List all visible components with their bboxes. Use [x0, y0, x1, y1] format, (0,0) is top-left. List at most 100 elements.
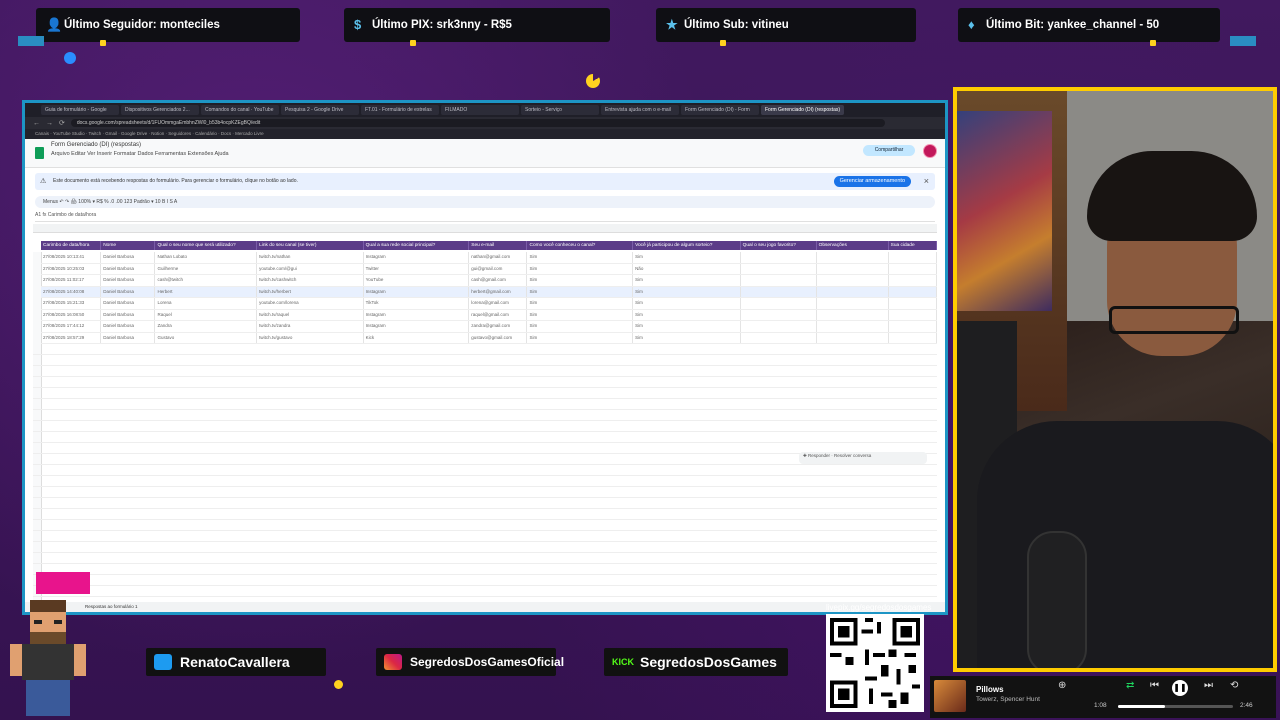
- previous-icon[interactable]: ⏮: [1150, 680, 1159, 691]
- table-cell[interactable]: 27/08/2025 10:13:41: [41, 252, 102, 263]
- table-cell[interactable]: Guilherme: [155, 263, 258, 274]
- table-cell[interactable]: [741, 263, 817, 274]
- table-cell[interactable]: Sim: [633, 286, 741, 297]
- table-cell[interactable]: gui@gmail.com: [469, 263, 528, 274]
- pause-icon[interactable]: ❚❚: [1172, 680, 1188, 696]
- table-cell[interactable]: Sim: [527, 309, 634, 320]
- progress-bar[interactable]: [1118, 705, 1233, 708]
- table-cell[interactable]: Daniel Barbosa: [101, 263, 156, 274]
- table-cell[interactable]: [889, 298, 938, 309]
- table-cell[interactable]: [741, 298, 817, 309]
- table-cell[interactable]: Instagram: [364, 252, 470, 263]
- table-cell[interactable]: youtube.com/lorena: [257, 298, 364, 309]
- reload-icon[interactable]: ⟳: [59, 119, 65, 127]
- table-cell[interactable]: Lorena: [155, 298, 258, 309]
- table-cell[interactable]: Daniel Barbosa: [101, 286, 156, 297]
- column-header[interactable]: Você já participou de algum sorteio?: [633, 241, 741, 250]
- table-cell[interactable]: Sim: [633, 321, 741, 332]
- bookmarks-bar[interactable]: Canais · YouTube Studio · Twitch · Gmail…: [25, 129, 945, 139]
- add-icon[interactable]: ⊕: [1058, 680, 1066, 691]
- table-cell[interactable]: [817, 263, 889, 274]
- table-cell[interactable]: lorena@gmail.com: [469, 298, 528, 309]
- table-cell[interactable]: YouTube: [364, 275, 470, 286]
- table-cell[interactable]: twitch.tv/nathan: [257, 252, 364, 263]
- table-cell[interactable]: Sim: [527, 332, 634, 343]
- sheets-toolbar[interactable]: Menus ↶ ↷ 🖨 100% ▾ R$ % .0 .00 123 Padrã…: [35, 196, 935, 208]
- column-header[interactable]: Nome: [101, 241, 156, 250]
- table-cell[interactable]: Nathan Lobato: [155, 252, 258, 263]
- table-cell[interactable]: Sim: [527, 263, 634, 274]
- table-cell[interactable]: Sim: [633, 275, 741, 286]
- spreadsheet-grid[interactable]: Carimbo de data/hora Nome Qual o seu nom…: [33, 224, 938, 602]
- table-row[interactable]: 27/08/2025 17:44:12 Daniel Barbosa Zandra t…: [41, 321, 938, 333]
- table-cell[interactable]: [817, 298, 889, 309]
- table-cell[interactable]: [889, 252, 938, 263]
- table-cell[interactable]: nathan@gmail.com: [469, 252, 528, 263]
- table-row[interactable]: 27/08/2025 14:40:08 Daniel Barbosa Herbert…: [41, 286, 938, 298]
- formula-bar[interactable]: A1 fx Carimbo de data/hora: [35, 212, 935, 222]
- table-cell[interactable]: Daniel Barbosa: [101, 321, 156, 332]
- comment-box[interactable]: ✚ Responder · Resolver conversa: [799, 452, 927, 464]
- table-cell[interactable]: [817, 321, 889, 332]
- manage-storage-button[interactable]: Gerenciar armazenamento: [833, 176, 911, 187]
- browser-tab[interactable]: Form Gerenciado (DI) - Form: [681, 105, 759, 115]
- repeat-icon[interactable]: ⟲: [1230, 680, 1238, 691]
- browser-tab[interactable]: Guia de formulário - Google: [41, 105, 119, 115]
- table-cell[interactable]: [741, 275, 817, 286]
- table-row[interactable]: 27/08/2025 16:08:50 Daniel Barbosa Raquel t…: [41, 309, 938, 321]
- table-row[interactable]: 27/08/2025 10:25:03 Daniel Barbosa Guilher…: [41, 263, 938, 275]
- avatar[interactable]: [923, 144, 937, 158]
- forward-icon[interactable]: →: [46, 120, 53, 127]
- column-header[interactable]: Sua cidade: [889, 241, 938, 250]
- table-cell[interactable]: Raquel: [155, 309, 258, 320]
- table-cell[interactable]: Sim: [633, 309, 741, 320]
- table-cell[interactable]: [741, 252, 817, 263]
- table-cell[interactable]: Twitter: [364, 263, 470, 274]
- browser-tab[interactable]: Pesquisa 2 - Google Drive: [281, 105, 359, 115]
- column-header[interactable]: Qual a sua rede social principal?: [364, 241, 470, 250]
- column-header[interactable]: Qual o seu nome que será utilizado?: [155, 241, 258, 250]
- table-cell[interactable]: cash@twitch: [155, 275, 258, 286]
- browser-tab[interactable]: Dispositivos Gerenciados 2...: [121, 105, 199, 115]
- table-cell[interactable]: [741, 332, 817, 343]
- table-cell[interactable]: gustavo@gmail.com: [469, 332, 528, 343]
- table-cell[interactable]: raquel@gmail.com: [469, 309, 528, 320]
- table-cell[interactable]: cash@gmail.com: [469, 275, 528, 286]
- table-cell[interactable]: 27/08/2025 17:44:12: [41, 321, 102, 332]
- table-cell[interactable]: 27/08/2025 18:57:29: [41, 332, 102, 343]
- sheets-logo-icon[interactable]: [35, 147, 44, 159]
- table-row[interactable]: 27/08/2025 10:13:41 Daniel Barbosa Nathan …: [41, 252, 938, 264]
- table-cell[interactable]: twitch.tv/herbert: [257, 286, 364, 297]
- table-cell[interactable]: Sim: [527, 298, 634, 309]
- table-cell[interactable]: Sim: [527, 275, 634, 286]
- table-cell[interactable]: Daniel Barbosa: [101, 275, 156, 286]
- table-cell[interactable]: Daniel Barbosa: [101, 309, 156, 320]
- table-cell[interactable]: [889, 275, 938, 286]
- table-cell[interactable]: [889, 321, 938, 332]
- browser-tab[interactable]: FILMADO: [441, 105, 519, 115]
- instagram-handle-bar[interactable]: SegredosDosGamesOficial: [376, 648, 564, 676]
- table-cell[interactable]: [889, 286, 938, 297]
- table-row[interactable]: 27/08/2025 11:02:17 Daniel Barbosa cash@tw…: [41, 275, 938, 287]
- table-cell[interactable]: twitch.tv/gustavo: [257, 332, 364, 343]
- table-cell[interactable]: Sim: [527, 321, 634, 332]
- column-headers[interactable]: [33, 224, 937, 233]
- table-cell[interactable]: Sim: [633, 252, 741, 263]
- table-cell[interactable]: TikTok: [364, 298, 470, 309]
- table-cell[interactable]: twitch.tv/cashwitch: [257, 275, 364, 286]
- table-cell[interactable]: Daniel Barbosa: [101, 332, 156, 343]
- column-header[interactable]: Observações: [817, 241, 889, 250]
- table-cell[interactable]: [817, 252, 889, 263]
- table-cell[interactable]: Não: [633, 263, 741, 274]
- table-cell[interactable]: [741, 309, 817, 320]
- sheet-tab[interactable]: Respostas ao formulário 1: [85, 604, 138, 609]
- table-cell[interactable]: zandra@gmail.com: [469, 321, 528, 332]
- document-title[interactable]: Form Gerenciado (DI) (respostas): [51, 142, 141, 148]
- table-cell[interactable]: [817, 286, 889, 297]
- browser-tab-active[interactable]: Form Gerenciado (DI) (respostas): [761, 105, 845, 115]
- table-row[interactable]: 27/08/2025 18:57:29 Daniel Barbosa Gustavo…: [41, 332, 938, 344]
- table-cell[interactable]: [889, 309, 938, 320]
- table-cell[interactable]: Sim: [527, 252, 634, 263]
- table-cell[interactable]: [889, 332, 938, 343]
- table-cell[interactable]: Herbert: [155, 286, 258, 297]
